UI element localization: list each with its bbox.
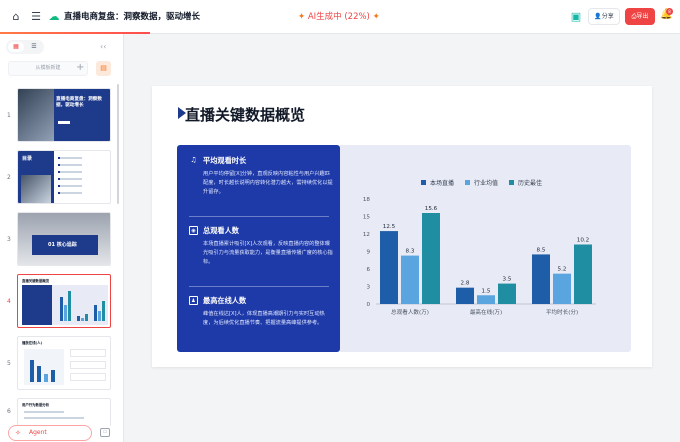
thumbnail-chart [24,349,64,385]
slide-thumbnail-row[interactable]: 6 用户行为数据分析 [0,398,118,426]
slide-thumbnail[interactable]: 播放在线(人) [17,336,111,390]
text-line [60,185,82,187]
top-bar: ⌂ ☰ ☁ 直播电商复盘：洞察数据，驱动增长 ⌕ ✦ AI生成中 (22%) ✦… [0,0,680,34]
eye-icon: ◉ [189,226,198,235]
text-line [60,192,82,194]
ai-status-text: AI生成中 (22%) [307,12,370,22]
ai-generation-status: ✦ AI生成中 (22%) ✦ [298,10,380,22]
grid-view-icon[interactable]: ▦ [8,42,24,52]
thumbnail-bar [94,305,97,321]
thumbnail-decoration [58,121,70,124]
text-line [24,417,84,419]
metric-divider [189,286,329,287]
add-slide-icon[interactable]: + [76,62,84,73]
thumbnail-item [70,361,106,369]
cloud-saved-icon: ☁ [48,10,60,23]
thumbnail-title: 01 核心追踪 [48,242,77,248]
metric-description[interactable]: 峰值在线达[X]人，体现直播高潮期引力与实时互动热度，为后续优化直播节奏、把握流… [203,310,333,328]
notification-badge: 8 [666,8,673,15]
slide-thumbnail[interactable]: 用户行为数据分析 [17,398,111,426]
slide-thumbnail[interactable]: 直播电商复盘：洞察数据，驱动增长 [17,88,111,142]
slide-number: 4 [7,298,11,305]
thumbnail-panel [22,285,52,325]
text-line [60,164,82,166]
thumbnail-bar [60,297,63,321]
thumbnail-bar [37,366,41,382]
slide-number: 3 [7,236,11,243]
thumbnail-bar [51,370,55,382]
slide-thumbnail[interactable]: 目录 [17,150,111,204]
text-line [24,411,64,413]
thumbnail-chart [52,285,108,325]
thumbnail-bar [44,374,48,382]
agent-icon: ✧ [15,429,21,437]
slide-thumbnail-row[interactable]: 2 目录 [0,150,118,210]
metric-description[interactable]: 本场直播累计吸引[X]人次观看，反映直播内容的整体曝光吸引力与流量获取能力，是衡… [203,240,333,267]
thumbnail-title: 用户行为数据分析 [22,403,50,407]
slide-sidebar: ▦ ☰ ‹‹ 从模板新建 + ▤ 1 直播电商复盘：洞察数据，驱动增长 2 目录 [0,34,124,442]
music-note-icon: ♫ [190,156,197,164]
users-icon: ♟ [189,296,198,305]
thumbnail-photo [18,89,54,141]
export-label: 导出 [636,13,649,20]
thumbnail-title: 直播电商复盘：洞察数据，驱动增长 [56,97,102,108]
thumbnail-title: 目录 [22,156,33,162]
metric-title[interactable]: 平均观看时长 [203,156,246,166]
slide-number: 5 [7,360,11,367]
metric-title[interactable]: 总观看人数 [203,226,239,236]
slide-thumbnail-row-active[interactable]: 4 直播关键数据概览 [0,274,118,334]
thumbnail-bar [64,305,67,321]
thumbnail-bar [68,291,71,321]
panel-toggle-icon[interactable]: ▭ [100,428,110,437]
sparkle-icon: ✦ [298,12,306,22]
thumbnail-bar [85,314,88,321]
user-icon: 👤 [594,13,602,20]
view-toggle: ▦ ☰ [6,40,44,54]
metric-description[interactable]: 用户平均停留[X]分钟，直观反映内容粘性与用户兴趣匹配度，时长越长说明内容转化潜… [203,170,333,197]
share-label: 分享 [601,13,614,20]
thumbnail-item [70,349,106,357]
thumbnail-bar [81,318,84,321]
metric-title[interactable]: 最高在线人数 [203,296,246,306]
slide-thumbnail-row[interactable]: 1 直播电商复盘：洞察数据，驱动增长 [0,88,118,148]
thumbnail-photo [21,175,51,203]
export-button[interactable]: ⎙导出 [625,8,655,25]
collapse-sidebar-icon[interactable]: ‹‹ [100,42,106,51]
list-view-icon[interactable]: ☰ [26,42,42,52]
menu-icon[interactable]: ☰ [28,9,44,25]
search-icon[interactable]: ⌕ [176,9,192,25]
slide-title[interactable]: 直播关键数据概览 [185,104,305,125]
share-button[interactable]: 👤分享 [588,8,620,25]
agent-placeholder: Agent [29,429,47,436]
thumbnail-title: 直播关键数据概览 [22,279,50,283]
text-line [60,157,82,159]
thumbnail-bar [30,360,34,382]
home-icon[interactable]: ⌂ [8,9,24,25]
text-line [60,178,82,180]
agent-input[interactable]: ✧ Agent [8,425,92,441]
thumbnail-bar [98,311,101,321]
thumbnail-title: 播放在线(人) [22,341,43,345]
thumbnail-bar [77,316,80,321]
metric-divider [189,216,329,217]
slide-number: 2 [7,174,11,181]
slide-thumbnail-row[interactable]: 3 01 核心追踪 [0,212,118,272]
slide-thumbnail-row[interactable]: 5 播放在线(人) [0,336,118,396]
thumbnail-bar [102,301,105,321]
insert-image-icon[interactable]: ▤ [96,61,111,76]
chart-panel[interactable] [340,145,631,352]
slide-number: 6 [7,408,11,415]
slide-thumbnail[interactable]: 01 核心追踪 [17,212,111,266]
slide-thumbnail[interactable]: 直播关键数据概览 [17,274,111,328]
thumbnail-item [70,373,106,381]
sparkle-icon: ✦ [372,12,380,22]
slide-number: 1 [7,112,11,119]
text-line [60,171,82,173]
app-icon[interactable]: ▣ [568,9,584,25]
